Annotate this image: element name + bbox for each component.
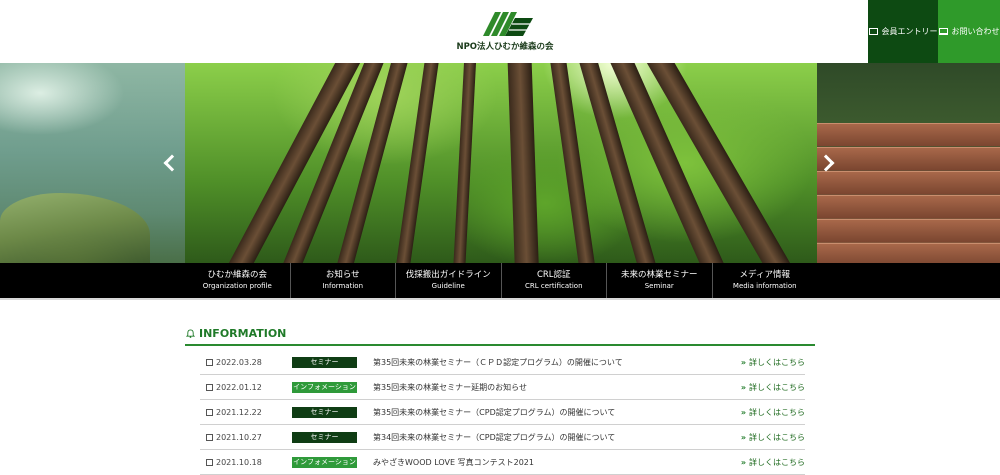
site-header: NPO法人ひむか維森の会 会員エントリー お問い合わせ <box>0 0 1000 63</box>
nav-item-information[interactable]: お知らせ Information <box>291 263 396 298</box>
contact-label: お問い合わせ <box>951 27 1000 36</box>
nav-item-crl[interactable]: CRL認証 CRL certification <box>502 263 607 298</box>
category-badge: セミナー <box>292 356 357 368</box>
member-entry-button[interactable]: 会員エントリー <box>868 0 938 63</box>
slide-current-forest <box>185 63 817 263</box>
logo-text: NPO法人ひむか維森の会 <box>456 42 554 52</box>
site-logo[interactable]: NPO法人ひむか維森の会 <box>455 8 555 58</box>
news-row[interactable]: 2021.10.27 セミナー 第34回未来の林業セミナー（CPD認定プログラム… <box>200 425 805 450</box>
nav-item-organization[interactable]: ひむか維森の会 Organization profile <box>185 263 291 298</box>
calendar-icon <box>206 358 213 366</box>
news-title[interactable]: 第35回未来の林業セミナー延期のお知らせ <box>373 382 735 393</box>
main-navigation: ひむか維森の会 Organization profile お知らせ Inform… <box>0 263 1000 298</box>
member-entry-label: 会員エントリー <box>881 27 938 36</box>
read-more-link[interactable]: » 詳しくはこちら <box>735 407 805 418</box>
chevron-right-icon: » <box>740 457 746 467</box>
calendar-icon <box>206 408 213 416</box>
news-date: 2021.12.22 <box>216 407 262 417</box>
category-badge: インフォメーション <box>292 456 357 468</box>
news-row[interactable]: 2021.12.22 セミナー 第35回未来の林業セミナー（CPD認定プログラム… <box>200 400 805 425</box>
calendar-icon <box>206 383 213 391</box>
news-row[interactable]: 2022.03.28 セミナー 第35回未来の林業セミナー（ＣＰＤ認定プログラム… <box>200 350 805 375</box>
news-title[interactable]: 第35回未来の林業セミナー（CPD認定プログラム）の開催について <box>373 407 735 418</box>
logo-mark-icon <box>483 12 533 36</box>
divider <box>185 344 815 346</box>
chevron-right-icon: » <box>740 407 746 417</box>
read-more-link[interactable]: » 詳しくはこちら <box>735 382 805 393</box>
contact-button[interactable]: お問い合わせ <box>938 0 1000 63</box>
slide-preview-right <box>817 63 1000 263</box>
read-more-link[interactable]: » 詳しくはこちら <box>735 457 805 468</box>
news-date: 2022.01.12 <box>216 382 262 392</box>
bell-icon <box>186 329 195 338</box>
slider-prev-arrow-icon[interactable] <box>163 156 177 170</box>
mail-icon <box>938 28 948 35</box>
news-title[interactable]: みやざきWOOD LOVE 写真コンテスト2021 <box>373 457 735 468</box>
chevron-right-icon: » <box>740 382 746 392</box>
news-title[interactable]: 第34回未来の林業セミナー（CPD認定プログラム）の開催について <box>373 432 735 443</box>
news-title[interactable]: 第35回未来の林業セミナー（ＣＰＤ認定プログラム）の開催について <box>373 357 735 368</box>
news-date: 2022.03.28 <box>216 357 262 367</box>
category-badge: セミナー <box>292 406 357 418</box>
news-list: 2022.03.28 セミナー 第35回未来の林業セミナー（ＣＰＤ認定プログラム… <box>200 350 805 475</box>
calendar-icon <box>206 458 213 466</box>
nav-item-guideline[interactable]: 伐採搬出ガイドライン Guideline <box>396 263 502 298</box>
information-heading: INFORMATION <box>186 327 286 340</box>
category-badge: インフォメーション <box>292 381 357 393</box>
news-row[interactable]: 2022.01.12 インフォメーション 第35回未来の林業セミナー延期のお知ら… <box>200 375 805 400</box>
news-row[interactable]: 2021.10.18 インフォメーション みやざきWOOD LOVE 写真コンテ… <box>200 450 805 475</box>
calendar-icon <box>206 433 213 441</box>
nav-item-seminar[interactable]: 未来の林業セミナー Seminar <box>607 263 713 298</box>
chevron-right-icon: » <box>740 357 746 367</box>
read-more-link[interactable]: » 詳しくはこちら <box>735 432 805 443</box>
read-more-link[interactable]: » 詳しくはこちら <box>735 357 805 368</box>
category-badge: セミナー <box>292 431 357 443</box>
nav-item-media[interactable]: メディア情報 Media information <box>713 263 818 298</box>
news-date: 2021.10.18 <box>216 457 262 467</box>
hero-slider <box>0 63 1000 263</box>
slide-preview-left <box>0 63 185 263</box>
id-card-icon <box>868 28 878 35</box>
slider-next-arrow-icon[interactable] <box>820 156 834 170</box>
divider <box>0 298 1000 300</box>
news-date: 2021.10.27 <box>216 432 262 442</box>
chevron-right-icon: » <box>740 432 746 442</box>
